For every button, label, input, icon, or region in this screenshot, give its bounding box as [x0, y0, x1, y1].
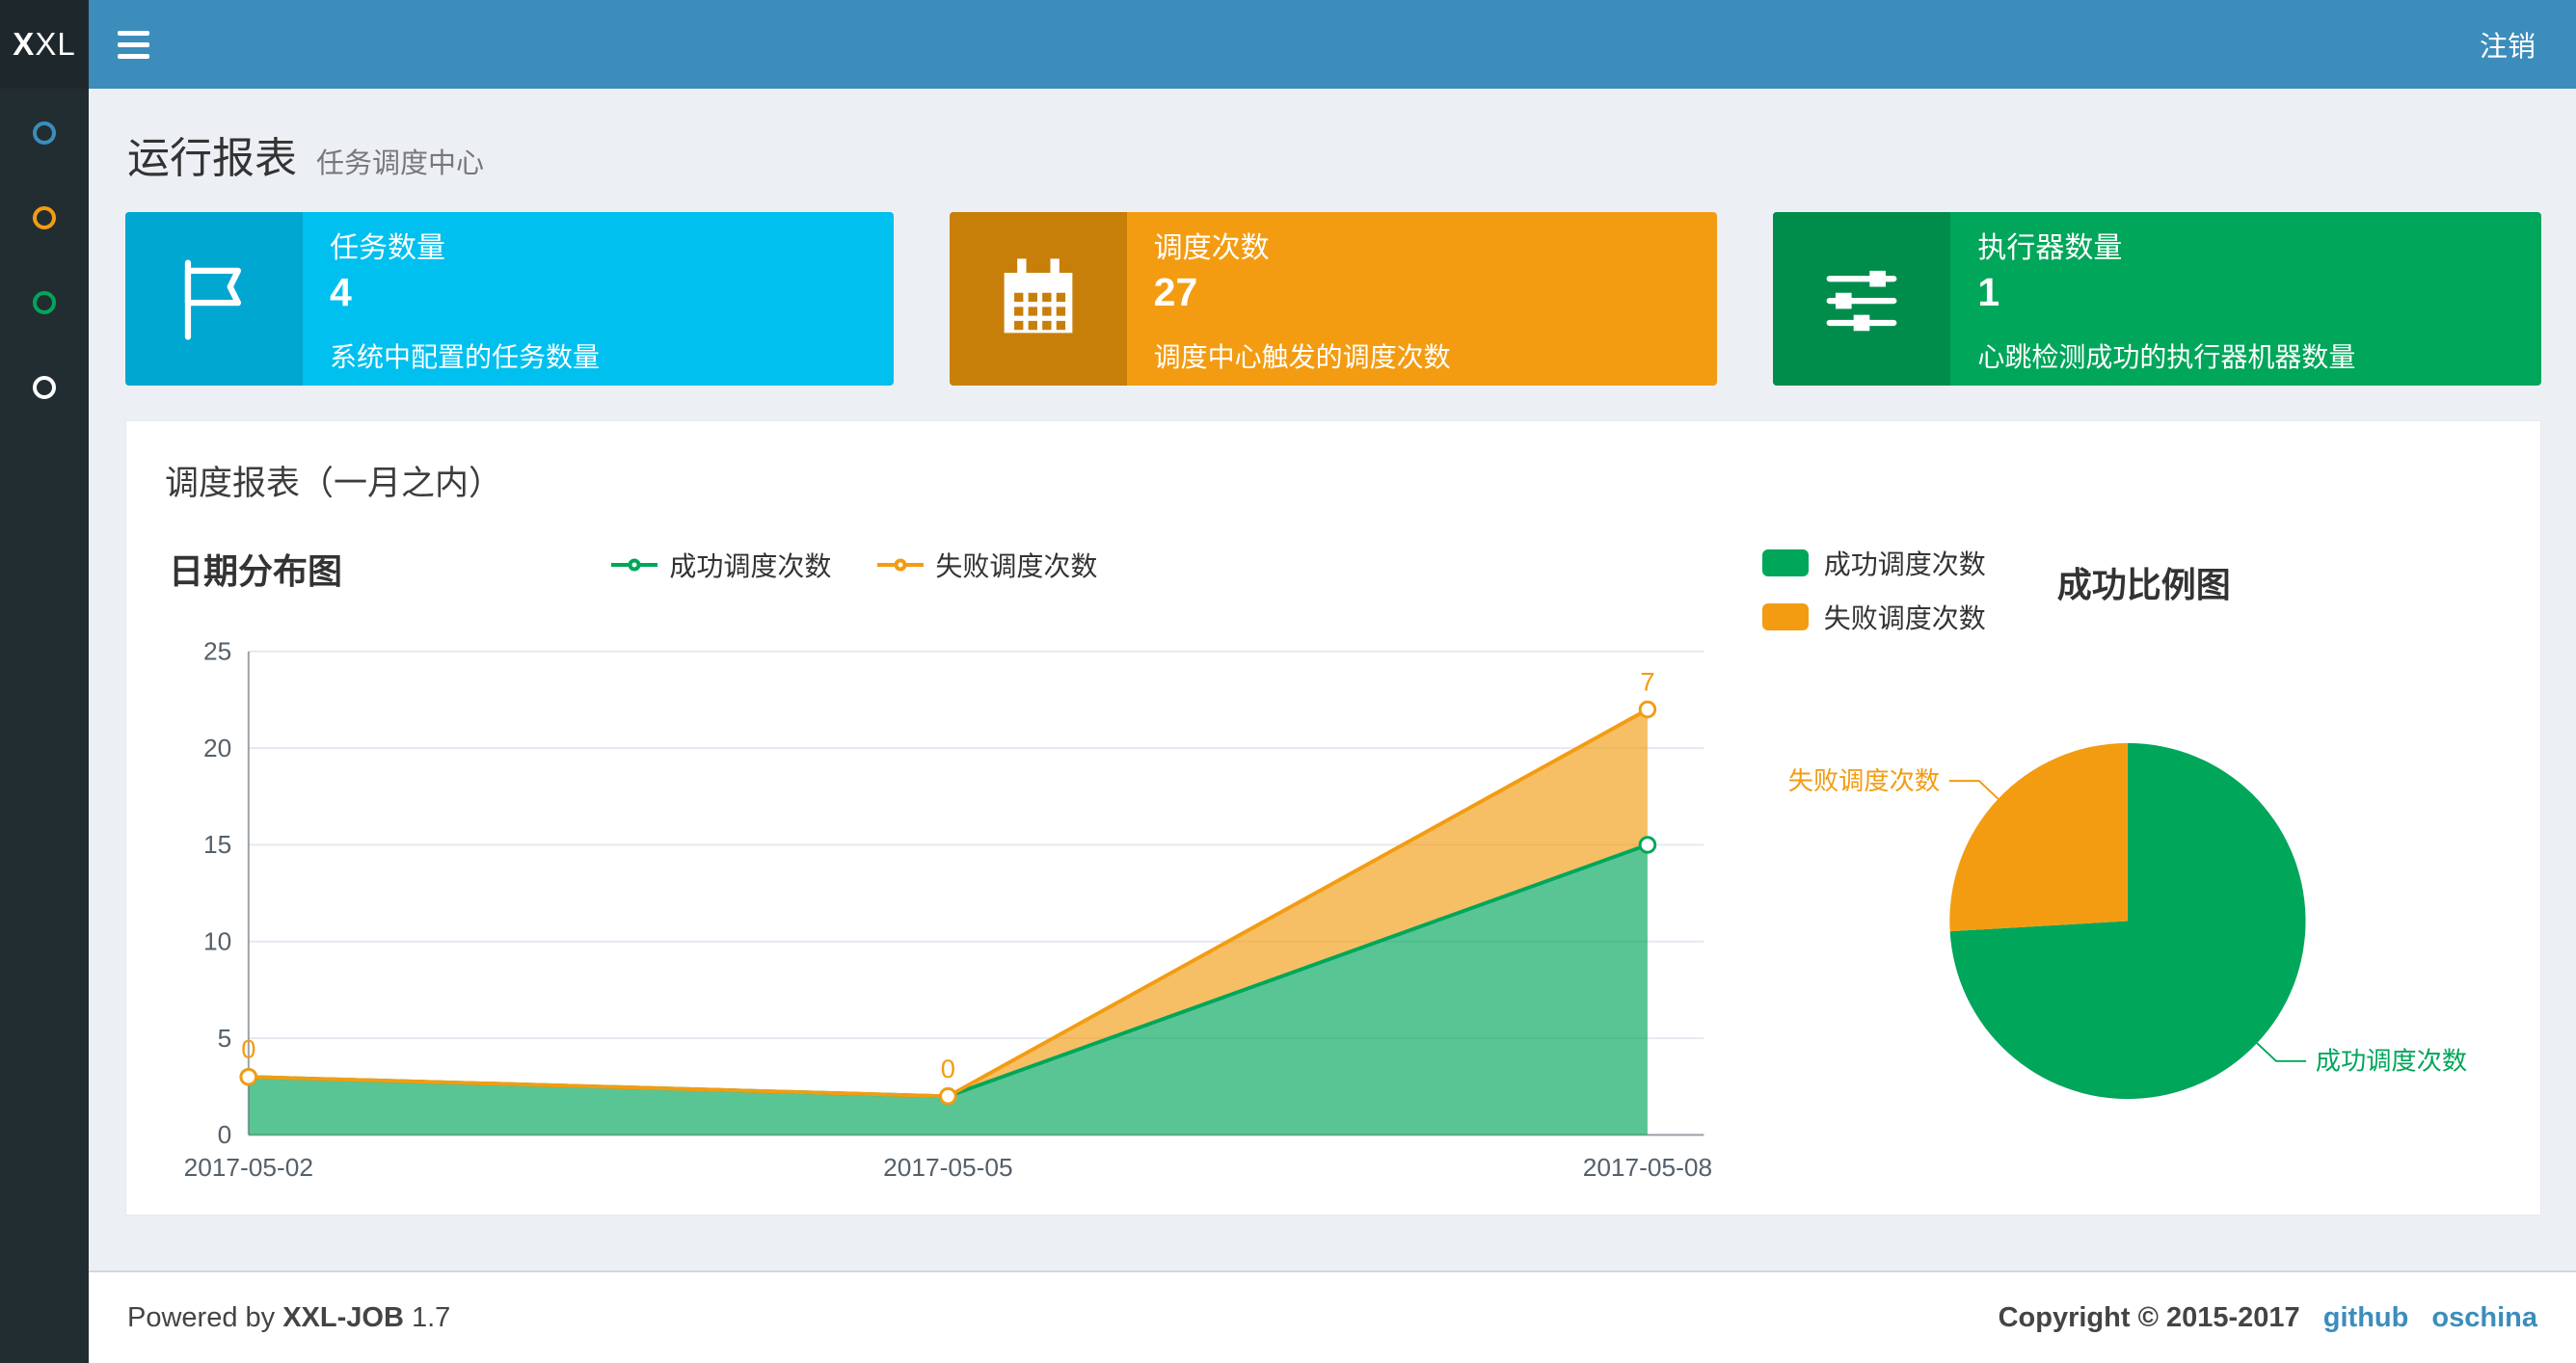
info-box-job-count: 任务数量 4 系统中配置的任务数量: [125, 212, 894, 386]
info-box-description: 心跳检测成功的执行器机器数量: [1977, 341, 2356, 372]
svg-text:0: 0: [218, 1120, 232, 1149]
sidebar-item-1[interactable]: [33, 121, 56, 145]
date-distribution-chart: 日期分布图 成功调度次数 失败调度次数 0 5 10 15 20 25 2017…: [155, 544, 1728, 1191]
main-column: 注销 运行报表 任务调度中心 任务数量 4 系统中配置的任务数量 调度次数 27…: [89, 0, 2576, 1363]
svg-text:失败调度次数: 失败调度次数: [1787, 766, 1939, 795]
line-marker-icon: [877, 553, 925, 576]
info-box-description: 调度中心触发的调度次数: [1153, 341, 1451, 372]
svg-text:25: 25: [203, 637, 231, 666]
svg-text:15: 15: [203, 830, 231, 859]
info-box-value: 27: [1153, 269, 1198, 314]
legend-item-fail[interactable]: 失败调度次数: [877, 546, 1097, 584]
legend-item-fail[interactable]: 失败调度次数: [1761, 598, 1986, 636]
info-box-value: 1: [1977, 269, 2000, 314]
pie-chart-svg: 成功调度次数 失败调度次数: [1787, 742, 2467, 1100]
svg-text:2017-05-08: 2017-05-08: [1583, 1153, 1712, 1182]
area-chart-title: 日期分布图: [169, 551, 343, 591]
svg-text:7: 7: [1640, 667, 1654, 697]
swatch-icon: [1761, 549, 1809, 576]
page-subtitle: 任务调度中心: [316, 148, 485, 179]
footer: Powered by XXL-JOB 1.7 Copyright © 2015-…: [89, 1270, 2576, 1363]
sidebar-item-2[interactable]: [33, 206, 56, 229]
svg-text:20: 20: [203, 734, 231, 762]
info-box-title: 调度次数: [1153, 231, 1270, 264]
info-box-executor-count: 执行器数量 1 心跳检测成功的执行器机器数量: [1773, 212, 2542, 386]
app-logo[interactable]: X XL: [0, 0, 89, 89]
pie-chart-legend: 成功调度次数 失败调度次数: [1761, 544, 1986, 636]
powered-by: Powered by XXL-JOB 1.7: [127, 1301, 451, 1333]
content-area: 运行报表 任务调度中心 任务数量 4 系统中配置的任务数量 调度次数 27 调度…: [89, 89, 2576, 1270]
sidebar: [0, 89, 89, 1363]
top-navbar: 注销: [89, 0, 2576, 89]
line-marker-icon: [611, 553, 658, 576]
page-title: 运行报表: [127, 135, 297, 182]
logout-link[interactable]: 注销: [2439, 24, 2576, 65]
svg-text:2017-05-05: 2017-05-05: [883, 1153, 1012, 1182]
info-box-value: 4: [330, 269, 352, 314]
svg-text:0: 0: [941, 1054, 955, 1083]
page-header: 运行报表 任务调度中心: [125, 110, 2541, 212]
pie-chart-title: 成功比例图: [2056, 565, 2231, 604]
svg-text:成功调度次数: 成功调度次数: [2316, 1047, 2467, 1076]
app-window: X XL 注销 运行报表 任务调度中心 任务数量 4 系统中配置的任务数量 调度…: [0, 0, 2576, 1363]
svg-text:10: 10: [203, 927, 231, 956]
panel-title: 调度报表（一月之内）: [165, 465, 503, 502]
success-ratio-chart: 成功调度次数 失败调度次数 成功比例图 成功调度次数 失败调度次数: [1728, 544, 2511, 1191]
product-version: 1.7: [411, 1301, 451, 1333]
legend-item-success[interactable]: 成功调度次数: [1761, 544, 1986, 582]
calendar-icon: [949, 212, 1127, 386]
area-chart-legend: 成功调度次数 失败调度次数: [611, 546, 1097, 584]
info-box-title: 任务数量: [330, 231, 445, 264]
svg-text:2017-05-02: 2017-05-02: [184, 1153, 313, 1182]
schedule-report-panel: 调度报表（一月之内） 日期分布图 成功调度次数 失败调度次数 0 5 10 15…: [125, 420, 2541, 1216]
left-rail: X XL: [0, 0, 89, 1363]
oschina-link[interactable]: oschina: [2431, 1302, 2537, 1333]
info-box-row: 任务数量 4 系统中配置的任务数量 调度次数 27 调度中心触发的调度次数 执行…: [125, 212, 2542, 386]
svg-text:5: 5: [218, 1024, 232, 1053]
github-link[interactable]: github: [2323, 1302, 2409, 1333]
product-name: XXL-JOB: [282, 1301, 404, 1333]
sliders-icon: [1773, 212, 1951, 386]
swatch-icon: [1761, 603, 1809, 630]
sidebar-item-3[interactable]: [33, 291, 56, 314]
copyright: Copyright © 2015-2017 github oschina: [1998, 1301, 2537, 1333]
info-box-description: 系统中配置的任务数量: [330, 341, 601, 372]
logo-text-bold: X: [13, 26, 36, 62]
area-chart-svg: 05101520252017-05-02 2017-05-05 2017-05-08…: [184, 637, 1713, 1183]
flag-icon: [125, 212, 303, 386]
info-box-title: 执行器数量: [1977, 231, 2123, 264]
legend-item-success[interactable]: 成功调度次数: [611, 546, 831, 584]
info-box-trigger-count: 调度次数 27 调度中心触发的调度次数: [949, 212, 1718, 386]
hamburger-icon: [117, 30, 149, 36]
svg-text:0: 0: [241, 1034, 255, 1064]
logo-text: XL: [35, 26, 76, 62]
sidebar-toggle-button[interactable]: [89, 0, 177, 89]
sidebar-item-4[interactable]: [33, 376, 56, 399]
